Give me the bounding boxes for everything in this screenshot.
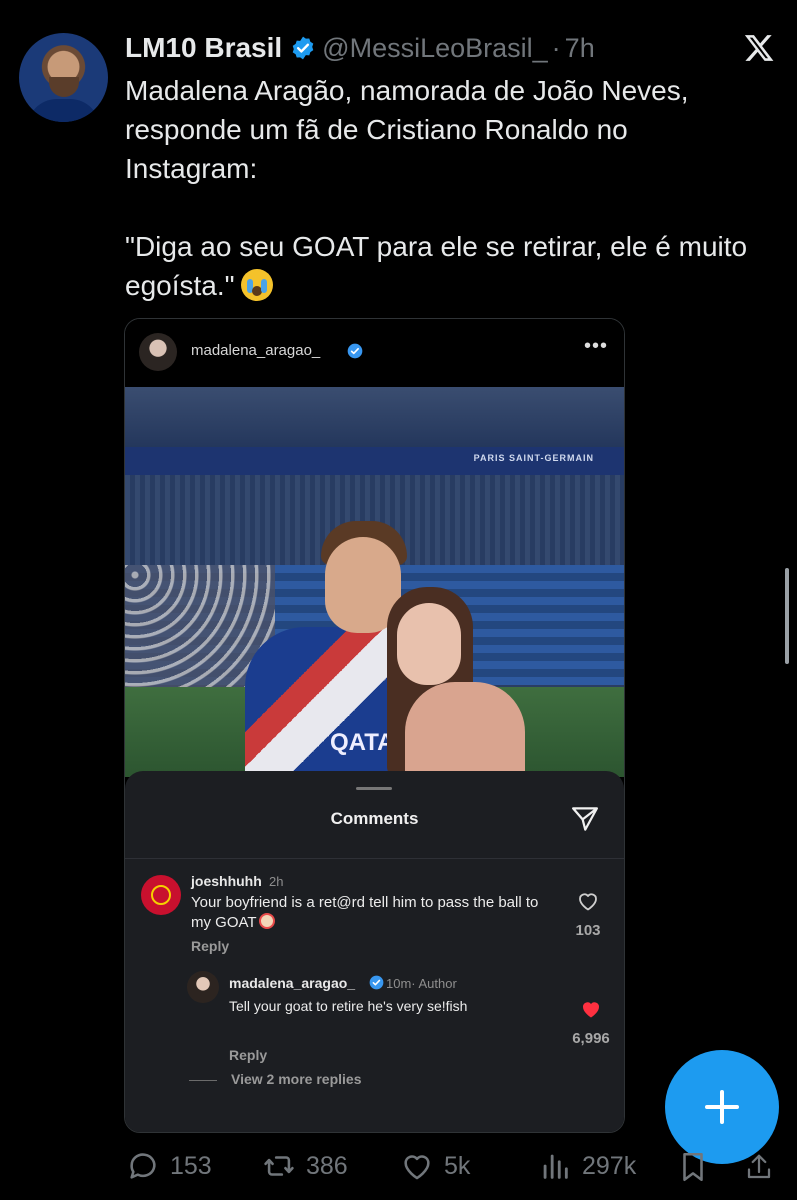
reply-like-count: 6,996 bbox=[572, 1030, 610, 1047]
author-name[interactable]: LM10 Brasil bbox=[125, 32, 282, 64]
instagram-avatar bbox=[139, 333, 177, 371]
avatar-beard bbox=[49, 77, 79, 97]
like-count-action: 5k bbox=[444, 1151, 471, 1180]
share-icon[interactable] bbox=[744, 1150, 774, 1184]
retweet-count: 386 bbox=[306, 1151, 348, 1180]
reply-reply-button: Reply bbox=[229, 1047, 268, 1063]
banner-text: PARIS SAINT-GERMAIN bbox=[473, 453, 594, 463]
woman-top bbox=[405, 682, 525, 777]
reply-verified-icon bbox=[369, 975, 384, 990]
retweet-icon bbox=[264, 1156, 294, 1176]
reply-icon bbox=[130, 1153, 156, 1179]
x-logo-icon[interactable] bbox=[742, 32, 776, 64]
instagram-username: madalena_aragao_ bbox=[191, 342, 321, 359]
sheet-divider bbox=[125, 858, 624, 859]
send-icon[interactable] bbox=[569, 804, 601, 834]
reply-action[interactable]: 153 bbox=[126, 1148, 212, 1184]
retweet-action[interactable]: 386 bbox=[262, 1148, 348, 1184]
views-icon bbox=[543, 1154, 568, 1179]
comments-title: Comments bbox=[330, 809, 419, 828]
tweet-body: Madalena Aragão, namorada de João Neves,… bbox=[125, 71, 765, 305]
like-action[interactable]: 5k bbox=[400, 1148, 470, 1184]
comment-text-content: Your boyfriend is a ret@rd tell him to p… bbox=[191, 894, 539, 931]
comment-text: Your boyfriend is a ret@rd tell him to p… bbox=[191, 893, 551, 933]
views-count: 297k bbox=[582, 1151, 637, 1180]
author-avatar[interactable] bbox=[19, 33, 108, 122]
like-icon bbox=[404, 1155, 430, 1180]
bookmark-icon[interactable] bbox=[676, 1150, 710, 1184]
tweet-time[interactable]: 7h bbox=[565, 33, 595, 64]
comment-time: 2h bbox=[269, 874, 284, 889]
instagram-verified-icon bbox=[347, 343, 363, 359]
tweet-text: Madalena Aragão, namorada de João Neves,… bbox=[125, 75, 748, 301]
instagram-post-header: madalena_aragao_ ••• bbox=[125, 319, 624, 387]
reply-count: 153 bbox=[170, 1151, 212, 1180]
heart-outline-icon bbox=[579, 893, 597, 911]
view-more-line bbox=[189, 1080, 217, 1081]
reply-avatar bbox=[187, 971, 219, 1003]
reply-username: madalena_aragao_ bbox=[229, 975, 356, 991]
scrollbar[interactable] bbox=[785, 568, 789, 664]
tweet-header: LM10 Brasil @MessiLeoBrasil_ · 7h bbox=[125, 30, 595, 66]
comments-sheet: Comments joeshhuhh 2h Your boyfriend is … bbox=[125, 771, 624, 1132]
heart-filled-icon bbox=[582, 1002, 600, 1018]
embedded-screenshot[interactable]: madalena_aragao_ ••• PARIS SAINT-GERMAIN… bbox=[124, 318, 625, 1133]
upper-stand bbox=[125, 387, 624, 447]
clown-face-icon bbox=[258, 913, 275, 929]
more-options-icon: ••• bbox=[583, 335, 608, 357]
views-action[interactable]: 297k bbox=[538, 1148, 636, 1184]
woman-face bbox=[397, 603, 461, 685]
like-count: 103 bbox=[575, 922, 601, 939]
reply-text: Tell your goat to retire he's very se!fi… bbox=[229, 998, 468, 1014]
loudly-crying-face-icon bbox=[240, 269, 273, 301]
view-more-replies: View 2 more replies bbox=[231, 1071, 362, 1087]
verified-badge-icon bbox=[292, 36, 314, 60]
stadium-photo: PARIS SAINT-GERMAIN QATAR bbox=[125, 387, 624, 777]
club-crest-icon bbox=[151, 885, 171, 905]
comment-avatar bbox=[141, 875, 181, 915]
reply-button: Reply bbox=[191, 938, 230, 954]
author-handle[interactable]: @MessiLeoBrasil_ bbox=[322, 33, 548, 64]
separator-dot: · bbox=[551, 32, 561, 63]
avatar-shirt bbox=[27, 99, 100, 122]
drag-handle[interactable] bbox=[356, 787, 392, 790]
tweet-actions: 153 386 5k 297k bbox=[0, 1140, 797, 1192]
comment-username: joeshhuhh bbox=[191, 873, 262, 889]
reply-time: 10m· Author bbox=[386, 976, 457, 991]
